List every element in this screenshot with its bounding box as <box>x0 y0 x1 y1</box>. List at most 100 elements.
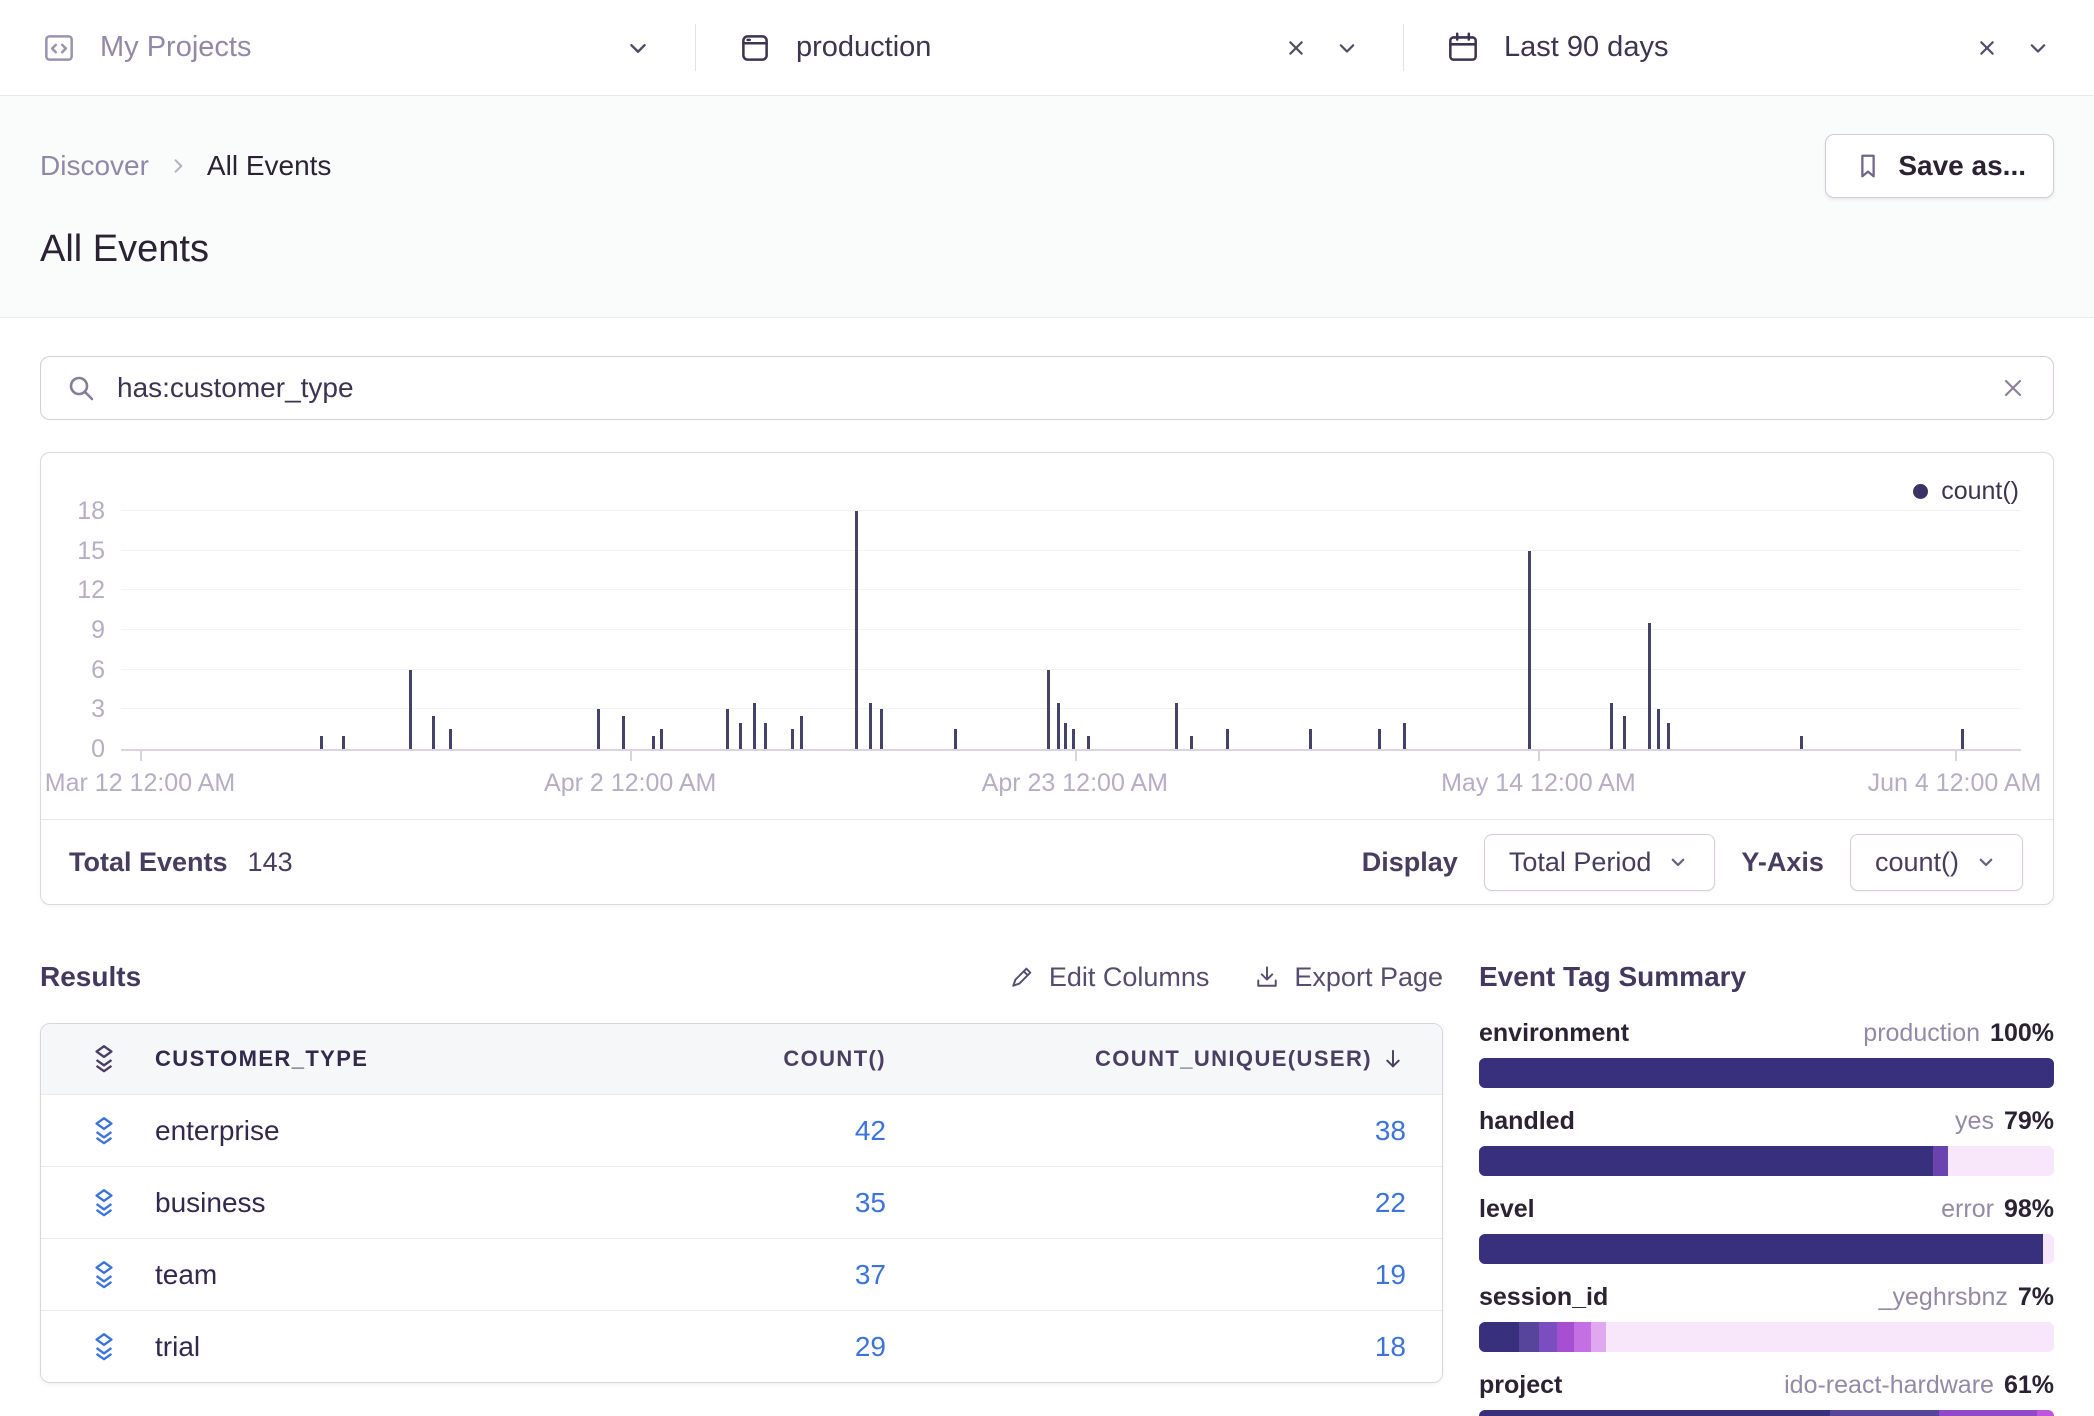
count-value-link[interactable]: 29 <box>855 1331 886 1362</box>
breadcrumb-discover[interactable]: Discover <box>40 150 149 182</box>
count-value-link[interactable]: 37 <box>855 1259 886 1290</box>
count-unique-user-value-link[interactable]: 22 <box>1375 1187 1406 1219</box>
chart-bar <box>1175 703 1178 749</box>
chevron-down-icon[interactable] <box>623 33 653 63</box>
gridline <box>121 669 2021 670</box>
chart-bar <box>432 716 435 749</box>
tag-bar-segment <box>1830 1410 1939 1416</box>
chevron-down-icon[interactable] <box>2024 34 2052 62</box>
chart-legend-count[interactable]: count() <box>1913 477 2019 506</box>
table-row: business3522 <box>41 1166 1442 1238</box>
tag-distribution-bar[interactable] <box>1479 1322 2054 1352</box>
chart-bar <box>1800 736 1803 749</box>
search-icon <box>65 372 97 404</box>
count-unique-user-value-link[interactable]: 18 <box>1375 1331 1406 1363</box>
tag-top-value-group: yes79% <box>1955 1107 2054 1136</box>
row-stack-cell[interactable] <box>41 1258 129 1292</box>
stack-icon <box>87 1330 121 1364</box>
tag-top-value-group: production100% <box>1863 1019 2054 1048</box>
chart-bar <box>739 723 742 749</box>
y-axis-tick-label: 18 <box>49 497 105 525</box>
tag-distribution-bar[interactable] <box>1479 1058 2054 1088</box>
stack-icon <box>87 1258 121 1292</box>
tag-bar-segment <box>1948 1146 2054 1176</box>
project-selector[interactable]: My Projects <box>0 0 695 95</box>
tag-top-percent: 7% <box>2018 1283 2054 1311</box>
chart-bar <box>1667 723 1670 749</box>
clear-search-icon[interactable] <box>1997 372 2029 404</box>
count-unique-user-value-link[interactable]: 19 <box>1375 1259 1406 1291</box>
x-axis-tick-label: Apr 23 12:00 AM <box>982 769 1168 798</box>
chevron-down-icon[interactable] <box>1333 34 1361 62</box>
date-range-selector[interactable]: Last 90 days <box>1404 0 2094 95</box>
gridline <box>121 589 2021 590</box>
yaxis-dropdown[interactable]: count() <box>1850 834 2023 891</box>
tag-top-percent: 100% <box>1990 1019 2054 1047</box>
gridline <box>121 550 2021 551</box>
tag-distribution-bar[interactable] <box>1479 1410 2054 1416</box>
column-header-customer-type[interactable]: CUSTOMER_TYPE <box>129 1046 518 1072</box>
tag-bar-segment <box>1574 1322 1591 1352</box>
x-axis-line <box>121 749 2021 751</box>
edit-columns-button[interactable]: Edit Columns <box>1008 962 1210 993</box>
tag-distribution-bar[interactable] <box>1479 1146 2054 1176</box>
tag-label-row: handledyes79% <box>1479 1107 2054 1136</box>
chart-bar <box>409 670 412 749</box>
tag-bar-segment <box>2043 1234 2055 1264</box>
count-cell: 37 <box>518 1259 886 1291</box>
row-stack-cell[interactable] <box>41 1330 129 1364</box>
tag-bar-segment <box>1479 1058 2054 1088</box>
tag-name: session_id <box>1479 1283 1608 1312</box>
clear-environment-icon[interactable] <box>1281 33 1311 63</box>
calendar-icon <box>1444 29 1482 67</box>
count-unique-user-cell: 18 <box>886 1331 1442 1363</box>
search-input[interactable] <box>117 372 1977 404</box>
x-axis-tick <box>1538 751 1540 761</box>
chart-bar <box>1528 551 1531 749</box>
export-page-button[interactable]: Export Page <box>1253 962 1443 993</box>
tag-bar-segment <box>1557 1322 1574 1352</box>
chart-bar <box>1657 709 1660 749</box>
stack-icon <box>87 1042 121 1076</box>
count-value-link[interactable]: 35 <box>855 1187 886 1218</box>
tag-bar-segment <box>1519 1322 1539 1352</box>
tag-name: level <box>1479 1195 1535 1224</box>
table-row: team3719 <box>41 1238 1442 1310</box>
count-unique-user-cell: 19 <box>886 1259 1442 1291</box>
chart-bar <box>1961 729 1964 749</box>
chart-bar <box>764 723 767 749</box>
export-page-label: Export Page <box>1294 962 1443 993</box>
save-as-button[interactable]: Save as... <box>1825 134 2054 198</box>
tag-bar-segment <box>1933 1146 1947 1176</box>
chart-bar <box>320 736 323 749</box>
tag-distribution-bar[interactable] <box>1479 1234 2054 1264</box>
tag-top-percent: 98% <box>2004 1195 2054 1223</box>
count-unique-user-cell: 22 <box>886 1187 1442 1219</box>
tag-name: environment <box>1479 1019 1629 1048</box>
display-dropdown[interactable]: Total Period <box>1484 834 1716 891</box>
chart-bar <box>1378 729 1381 749</box>
y-axis-tick-label: 3 <box>49 695 105 723</box>
y-axis-tick-label: 12 <box>49 576 105 604</box>
row-stack-cell[interactable] <box>41 1186 129 1220</box>
count-value-link[interactable]: 42 <box>855 1115 886 1146</box>
x-axis-tick-label: Apr 2 12:00 AM <box>544 769 716 798</box>
environment-selector[interactable]: production <box>696 0 1403 95</box>
table-row: enterprise4238 <box>41 1094 1442 1166</box>
chart-bar <box>660 729 663 749</box>
chart-bar <box>1072 729 1075 749</box>
tag-top-value: error <box>1941 1195 1994 1223</box>
chart-bar <box>869 703 872 749</box>
row-stack-cell[interactable] <box>41 1114 129 1148</box>
save-as-label: Save as... <box>1898 150 2026 182</box>
column-header-count-unique-user[interactable]: COUNT_UNIQUE(USER) <box>886 1046 1442 1072</box>
tag-bar-segment <box>1591 1322 1605 1352</box>
tag-bar-segment <box>1539 1322 1556 1352</box>
environment-selector-label: production <box>796 31 931 64</box>
count-unique-user-value-link[interactable]: 38 <box>1375 1115 1406 1147</box>
page-title: All Events <box>40 228 2054 271</box>
chart-footer: Total Events 143 Display Total Period Y-… <box>41 819 2053 904</box>
chart-plot: 0369121518Mar 12 12:00 AMApr 2 12:00 AMA… <box>121 511 2021 749</box>
clear-date-icon[interactable] <box>1972 33 2002 63</box>
column-header-count[interactable]: COUNT() <box>518 1046 886 1072</box>
